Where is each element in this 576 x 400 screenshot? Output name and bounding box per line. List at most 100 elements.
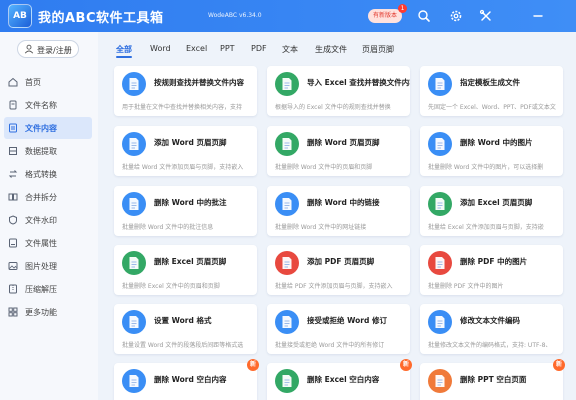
tool-card-description: 批量删除 Word 文件中的网址链接: [275, 224, 367, 231]
compress-icon: [9, 284, 17, 294]
tool-card-title: 删除 Word 页眉页脚: [307, 138, 380, 147]
word-link-delete-icon: [275, 192, 299, 216]
app-version: WodeABC v6.34.0: [208, 12, 262, 19]
tool-card[interactable]: 按规则查找并替换文件内容 用于批量在文件中查找并替换相关内容，支持: [114, 66, 257, 116]
convert-icon: [8, 170, 18, 178]
tool-card-description: 批量删除 Word 文件中的批注信息: [122, 224, 214, 231]
tool-card[interactable]: 添加 Excel 页眉页脚 批量给 Excel 文件添加页眉与页脚，支持嵌: [420, 186, 563, 236]
new-badge: 新: [400, 359, 412, 371]
tab-8[interactable]: 页眉页脚: [362, 44, 394, 55]
text-encoding-icon: [428, 310, 452, 334]
tool-card-title: 添加 Word 页眉页脚: [154, 138, 227, 147]
pdf-header-icon: [275, 251, 299, 275]
sidebar-item-6[interactable]: 合并拆分: [0, 186, 98, 208]
tool-card-title: 添加 PDF 页眉页脚: [307, 257, 375, 266]
title-bar: AB 我的ABC软件工具箱 WodeABC v6.34.0 有新版本 1: [0, 0, 576, 32]
tool-card[interactable]: 删除 Word 中的链接批量删除 Word 文件中的网址链接: [267, 186, 410, 236]
template-icon: [428, 72, 452, 96]
login-button[interactable]: 登录/注册: [17, 40, 79, 58]
tab-3[interactable]: Excel: [186, 44, 207, 53]
sidebar-item-label: 压缩解压: [25, 285, 57, 294]
tool-card[interactable]: 删除 PDF 中的图片 批量删除 PDF 文件中的图片: [420, 245, 563, 295]
excel-blank-delete-icon: [275, 369, 299, 393]
sidebar: 登录/注册 首页文件名称文件内容数据提取格式转换 合并拆分 文件水印文件属性图片处理…: [0, 32, 98, 400]
search-icon[interactable]: [414, 6, 434, 26]
tool-card[interactable]: 设置 Word 格式 批量设置 Word 文件的段落段后间距等格式选: [114, 304, 257, 354]
merge-icon: [8, 193, 18, 201]
tool-card-description: 用于批量在文件中查找并替换相关内容，支持: [122, 104, 243, 111]
sidebar-item-8[interactable]: 文件属性: [0, 232, 98, 254]
tool-card[interactable]: 删除 PPT 空白页面批量删除 PPT 文件中的空白页面: [420, 363, 563, 400]
data-extract-icon: [9, 147, 17, 155]
new-version-badge: 1: [398, 4, 407, 13]
tool-card[interactable]: 导入 Excel 查找并替换文件内容 根据导入的 Excel 文件中的规则查找并替…: [267, 66, 410, 116]
app-title: 我的ABC软件工具箱: [38, 11, 164, 26]
sidebar-item-3[interactable]: 文件内容: [4, 117, 92, 139]
tab-2[interactable]: Word: [150, 44, 171, 53]
login-label: 登录/注册: [37, 46, 72, 55]
tool-card[interactable]: 添加 Word 页眉页脚 批量给 Word 文件添加页眉与页脚，支持嵌入: [114, 126, 257, 176]
tool-card-description: 根据导入的 Excel 文件中的规则查找并替换: [275, 104, 391, 111]
sidebar-item-9[interactable]: 图片处理: [0, 255, 98, 277]
watermark-icon: [9, 215, 17, 225]
sidebar-item-7[interactable]: 文件水印: [0, 209, 98, 231]
tool-card-title: 删除 Word 中的批注: [154, 198, 227, 207]
tab-5[interactable]: PDF: [251, 44, 267, 53]
tool-card[interactable]: 修改文本文件编码批量修改文本文件的编码格式，支持: UTF-8、: [420, 304, 563, 354]
tool-card-description: 批量接受或拒绝 Word 文件中的所有修订: [275, 342, 385, 349]
sidebar-item-4[interactable]: 数据提取: [0, 140, 98, 162]
tab-4[interactable]: PPT: [220, 44, 235, 53]
tool-card[interactable]: 添加 PDF 页眉页脚 批量给 PDF 文件添加页眉与页脚，支持嵌入: [267, 245, 410, 295]
minimize-icon[interactable]: [528, 6, 548, 26]
tool-card-description: 批量删除 Word 文件中的图片，可以选择删: [428, 164, 544, 171]
tool-card[interactable]: 删除 Word 中的图片 批量删除 Word 文件中的图片，可以选择删: [420, 126, 563, 176]
tool-card[interactable]: 删除 Word 页眉页脚 批量删除 Word 文件中的页眉和页脚: [267, 126, 410, 176]
sidebar-item-11[interactable]: 更多功能: [0, 301, 98, 323]
tool-card-description: 批量修改文本文件的编码格式，支持: UTF-8、: [428, 342, 552, 349]
file-content-icon: [9, 123, 17, 133]
tool-card[interactable]: 删除 Word 空白内容批量删除 Word 文件中的空白页和空白: [114, 363, 257, 400]
tool-card-title: 删除 Excel 页眉页脚: [154, 257, 227, 266]
word-format-icon: [122, 310, 146, 334]
sidebar-item-10[interactable]: 压缩解压: [0, 278, 98, 300]
tools-icon[interactable]: [476, 6, 496, 26]
tab-6[interactable]: 文本: [282, 44, 298, 55]
file-name-icon: [9, 100, 17, 110]
tool-card-title: 删除 PDF 中的图片: [460, 257, 528, 266]
tool-card-title: 删除 PPT 空白页面: [460, 375, 527, 384]
sidebar-item-label: 文件属性: [25, 239, 57, 248]
sidebar-item-5[interactable]: 格式转换: [0, 163, 98, 185]
excel-replace-icon: [275, 72, 299, 96]
sidebar-item-label: 首页: [25, 78, 41, 87]
word-header-delete-icon: [275, 132, 299, 156]
properties-icon: [9, 238, 17, 248]
sidebar-item-label: 文件名称: [25, 101, 57, 110]
sidebar-item-2[interactable]: 文件名称: [0, 94, 98, 116]
word-header-icon: [122, 132, 146, 156]
tool-card-title: 接受或拒绝 Word 修订: [307, 316, 387, 325]
new-version-button[interactable]: 有新版本: [368, 9, 402, 23]
sidebar-item-1[interactable]: 首页: [0, 71, 98, 93]
settings-icon[interactable]: [446, 6, 466, 26]
tab-7[interactable]: 生成文件: [315, 44, 347, 55]
tool-card[interactable]: 指定模板生成文件 先固定一个 Excel、Word、PPT、PDF或文本文: [420, 66, 563, 116]
user-icon: [24, 44, 34, 54]
more-icon: [8, 307, 18, 317]
image-icon: [8, 262, 18, 270]
app-logo: AB: [8, 4, 32, 28]
pdf-image-delete-icon: [428, 251, 452, 275]
tool-card[interactable]: 接受或拒绝 Word 修订批量接受或拒绝 Word 文件中的所有修订: [267, 304, 410, 354]
excel-header-delete-icon: [122, 251, 146, 275]
sidebar-item-label: 文件内容: [25, 124, 57, 133]
tool-card-title: 指定模板生成文件: [460, 78, 520, 87]
tab-1[interactable]: 全部: [116, 44, 132, 55]
tool-card[interactable]: 删除 Word 中的批注批量删除 Word 文件中的批注信息: [114, 186, 257, 236]
new-badge: 新: [553, 359, 565, 371]
tool-card-title: 删除 Word 中的链接: [307, 198, 380, 207]
sidebar-item-label: 数据提取: [25, 147, 57, 156]
tool-card[interactable]: 删除 Excel 空白内容批量删除 Excel 文档中的空白工作表、: [267, 363, 410, 400]
word-revision-icon: [275, 310, 299, 334]
tool-card[interactable]: 删除 Excel 页眉页脚 批量删除 Excel 文件中的页眉和页脚: [114, 245, 257, 295]
word-image-delete-icon: [428, 132, 452, 156]
tool-card-title: 修改文本文件编码: [460, 316, 520, 325]
